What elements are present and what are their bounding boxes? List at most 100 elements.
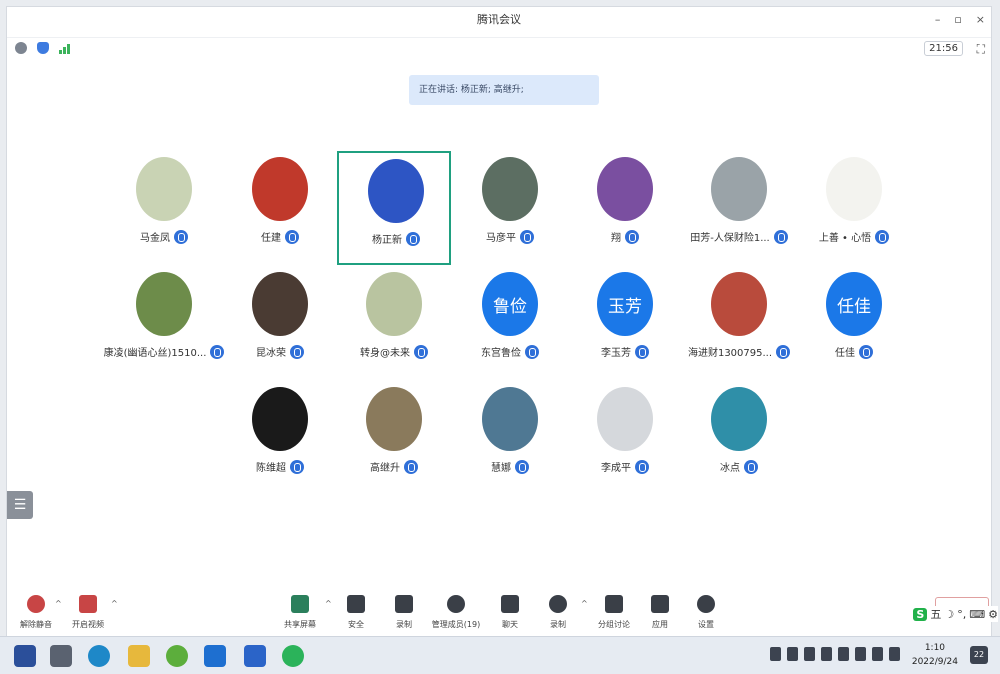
ime-toolbar[interactable]: S 五 ☽ °, ⌨ ⚙	[913, 606, 998, 622]
video-button[interactable]: 开启视频	[63, 591, 113, 630]
share-screen-button[interactable]: 共享屏幕	[275, 591, 325, 630]
record-icon	[395, 595, 413, 613]
avatar-initials: 鲁俭	[493, 296, 527, 317]
close-button[interactable]: ×	[976, 7, 985, 33]
participant-tile[interactable]: 康凌(幽语心丝)1510...	[104, 266, 225, 380]
participant-tile[interactable]: 上善 • 心悟	[797, 151, 911, 265]
record-options-chevron-icon[interactable]: ^	[581, 599, 588, 608]
breakout-button[interactable]: 分组讨论	[589, 591, 639, 630]
tray-pen-icon[interactable]	[838, 647, 849, 661]
start-icon[interactable]	[14, 645, 36, 667]
microphone-icon	[773, 229, 788, 244]
tray-ime-icon[interactable]	[872, 647, 883, 661]
tray-app-icon[interactable]	[804, 647, 815, 661]
participant-name: 慧娜	[491, 463, 511, 474]
tray-wechat-icon[interactable]	[889, 647, 900, 661]
participant-name-line: 高继升	[337, 459, 451, 474]
participant-tile[interactable]: 杨正新	[337, 151, 451, 265]
notification-icon[interactable]: 22	[970, 646, 988, 664]
participant-name: 李玉芳	[601, 348, 631, 359]
participant-tile[interactable]: 马金凤	[107, 151, 221, 265]
camera-off-icon	[79, 595, 97, 613]
participant-tile[interactable]: 翔	[568, 151, 682, 265]
participant-tile[interactable]: 昆冰荣	[223, 266, 337, 380]
participant-tile[interactable]: 慧娜	[453, 381, 567, 495]
chat-icon	[501, 595, 519, 613]
participant-tile[interactable]: 马彦平	[453, 151, 567, 265]
participant-name-line: 海进财1300795...	[682, 344, 796, 359]
avatar	[482, 387, 538, 451]
participant-tile[interactable]: 李成平	[568, 381, 682, 495]
settings-button[interactable]: 设置	[681, 591, 731, 630]
fullscreen-icon[interactable]: ⛶	[977, 42, 985, 57]
participant-name-line: 马金凤	[107, 229, 221, 244]
participant-tile[interactable]: 玉芳李玉芳	[568, 266, 682, 380]
security-button[interactable]: 安全	[331, 591, 381, 630]
apps-button[interactable]: 应用	[635, 591, 685, 630]
share-screen-icon	[291, 595, 309, 613]
file-explorer-icon[interactable]	[128, 645, 150, 667]
moon-icon[interactable]: ☽	[944, 608, 954, 621]
participant-tile[interactable]: 海进财1300795...	[682, 266, 796, 380]
sogou-ime-icon[interactable]: S	[913, 607, 928, 621]
participant-tile[interactable]: 任佳 任佳	[797, 266, 911, 380]
ie-browser-icon[interactable]	[166, 645, 188, 667]
cloud-record-button[interactable]: 录制	[533, 591, 583, 630]
members-label: 管理成员(19)	[431, 620, 481, 629]
participant-name-line: 翔	[568, 229, 682, 244]
avatar	[252, 387, 308, 451]
avatar	[366, 272, 422, 336]
punctuation-icon[interactable]: °,	[957, 608, 966, 621]
taskbar-clock[interactable]: 1:10 2022/9/24	[912, 641, 958, 669]
info-icon[interactable]	[15, 42, 27, 54]
meeting-window: 腾讯会议 – ▫ × 21:56 ⛶ 正在讲话: 杨正新; 高继升; 马金凤 任建…	[6, 6, 992, 640]
wechat-icon[interactable]	[282, 645, 304, 667]
avatar	[368, 159, 424, 223]
unmute-button[interactable]: 解除静音	[11, 591, 61, 630]
chat-button[interactable]: 聊天	[485, 591, 535, 630]
participant-name: 杨正新	[372, 235, 402, 246]
participant-tile[interactable]: 任建	[223, 151, 337, 265]
tray-network-icon[interactable]	[821, 647, 832, 661]
keyboard-icon[interactable]: ⌨	[969, 608, 985, 621]
tencent-meeting-icon[interactable]	[204, 645, 226, 667]
task-view-icon[interactable]	[50, 645, 72, 667]
members-button[interactable]: 管理成员(19)	[431, 591, 481, 630]
signal-icon[interactable]	[59, 42, 71, 54]
participant-name: 马金凤	[140, 233, 170, 244]
microphone-off-icon	[27, 595, 45, 613]
maximize-button[interactable]: ▫	[954, 7, 961, 33]
avatar	[711, 387, 767, 451]
taskbar-time: 1:10	[924, 643, 946, 653]
avatar: 玉芳	[597, 272, 653, 336]
microphone-icon	[174, 229, 188, 244]
word-icon[interactable]	[244, 645, 266, 667]
tray-volume-icon[interactable]	[855, 647, 866, 661]
participant-tile[interactable]: 鲁俭 东宫鲁俭	[453, 266, 567, 380]
minimize-button[interactable]: –	[935, 7, 941, 33]
audio-options-chevron-icon[interactable]: ^	[55, 599, 62, 608]
tray-mic-icon[interactable]	[787, 647, 798, 661]
edge-browser-icon[interactable]	[88, 645, 110, 667]
participant-name: 任佳	[835, 348, 855, 359]
video-label: 开启视频	[72, 620, 104, 629]
sidebar-toggle-icon[interactable]: ☰	[7, 491, 33, 519]
participant-tile[interactable]: 陈维超	[223, 381, 337, 495]
participant-tile[interactable]: 冰点	[682, 381, 796, 495]
tray-chevron-icon[interactable]	[770, 647, 781, 661]
video-options-chevron-icon[interactable]: ^	[111, 599, 118, 608]
microphone-icon	[875, 229, 890, 244]
ime-mode-label[interactable]: 五	[930, 606, 941, 622]
participant-tile[interactable]: 田芳-人保财险1...	[682, 151, 796, 265]
record-button[interactable]: 录制	[379, 591, 429, 630]
security-icon	[347, 595, 365, 613]
participant-name-line: 转身@未来	[337, 344, 451, 359]
microphone-icon	[525, 344, 539, 359]
shield-icon[interactable]	[37, 42, 49, 54]
participant-tile[interactable]: 高继升	[337, 381, 451, 495]
participant-tile[interactable]: 转身@未来	[337, 266, 451, 380]
avatar	[711, 157, 767, 221]
skin-icon[interactable]: ⚙	[988, 608, 998, 621]
microphone-icon	[625, 229, 639, 244]
members-icon	[447, 595, 465, 613]
